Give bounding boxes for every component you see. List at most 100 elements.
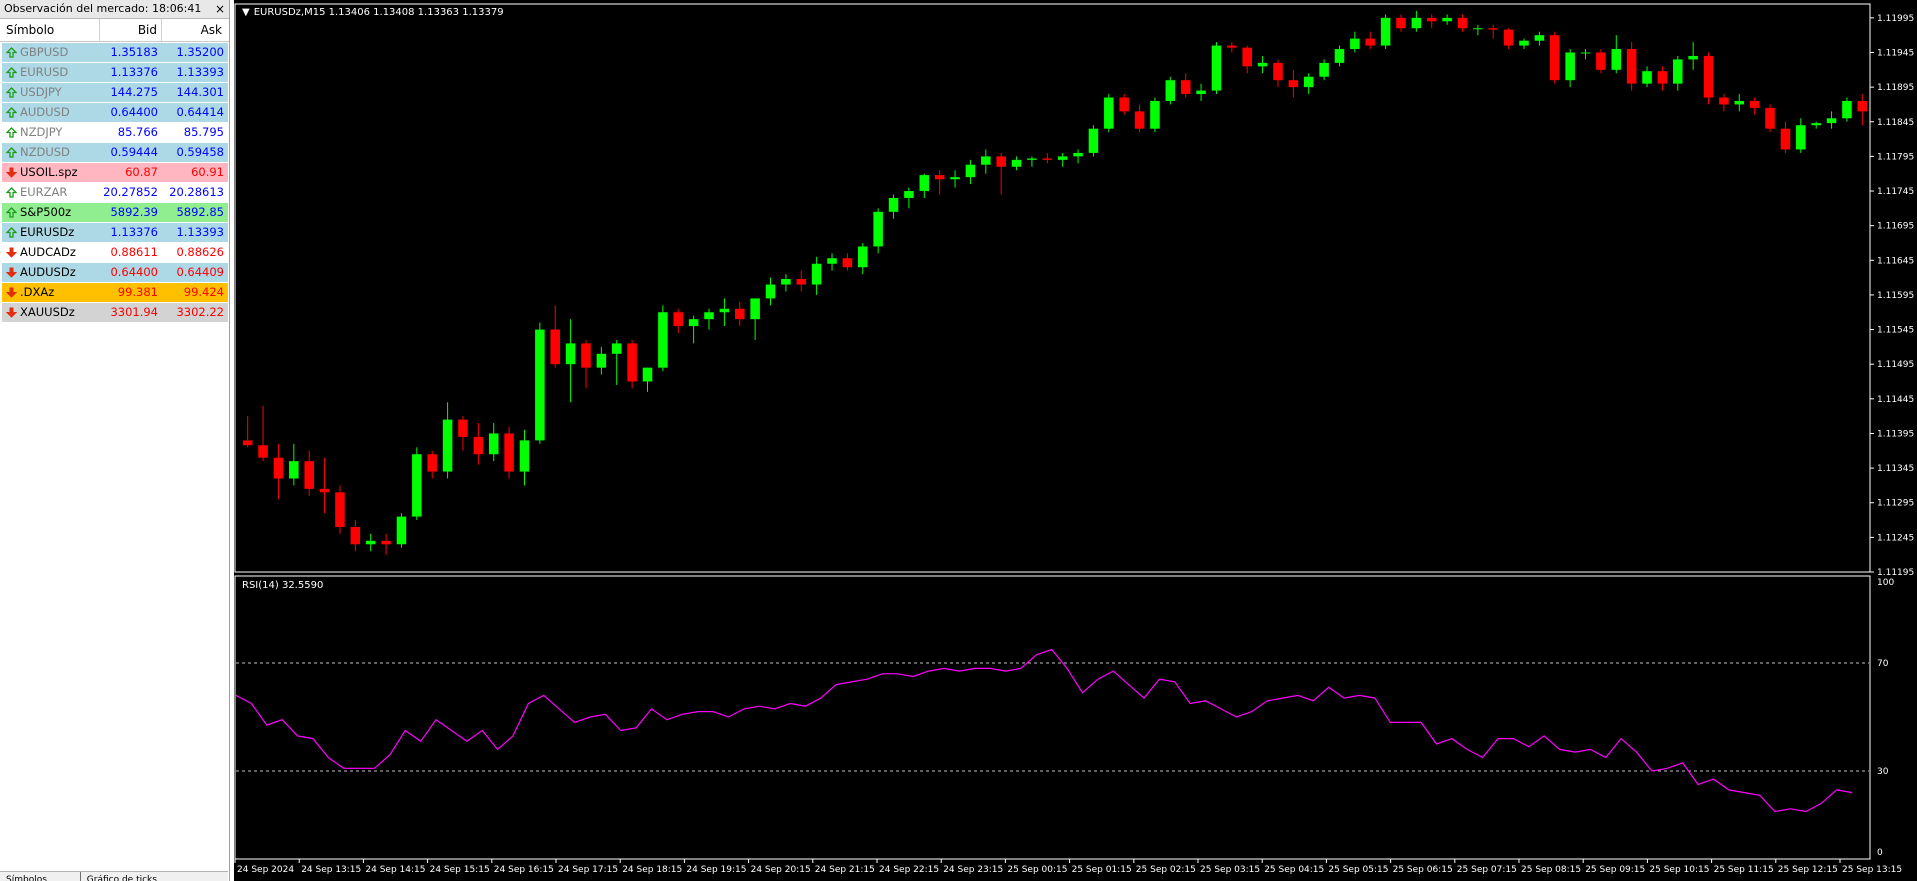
symbol-label: AUDUSD [20, 105, 70, 119]
time-tick-label: 24 Sep 13:15 [301, 865, 361, 875]
chart-window[interactable]: 1.11995 1.11945 1.11895 1.11845 1.11795 1.117… [234, 0, 1917, 881]
candle-body [934, 175, 945, 180]
price-tick-label: 1.11895 [1877, 83, 1914, 93]
ask-value: 0.59458 [176, 145, 224, 159]
time-tick-label: 25 Sep 10:15 [1649, 865, 1709, 875]
list-item[interactable]: GBPUSD 1.35183 1.35200 [2, 43, 228, 63]
time-tick-label: 24 Sep 20:15 [751, 865, 811, 875]
column-header-ask[interactable]: Ask [162, 19, 226, 41]
price-tick-label: 1.11845 [1877, 118, 1914, 128]
bid-value: 1.13376 [110, 225, 158, 239]
symbol-label: NZDUSD [20, 145, 70, 159]
candle-body [442, 419, 453, 472]
arrow-down-icon [2, 307, 20, 318]
ask-value: 1.13393 [176, 225, 224, 239]
symbol-label: EURUSD [20, 65, 69, 79]
chart-title: EURUSDz,M15 1.13406 1.13408 1.13363 1.13… [253, 7, 504, 18]
arrow-down-icon [2, 267, 20, 278]
ask-value: 99.424 [183, 285, 224, 299]
symbol-cell: XAUUSDz [2, 303, 100, 322]
price-tick-label: 1.11545 [1877, 326, 1914, 336]
price-tick-label: 1.11645 [1877, 256, 1914, 266]
column-header-bid[interactable]: Bid [100, 19, 162, 41]
candle-body [1442, 17, 1452, 22]
candle-body [719, 308, 730, 313]
candle-body [1596, 52, 1606, 70]
candle-body [1519, 40, 1529, 46]
list-item[interactable]: USOIL.spz 60.87 60.91 [2, 163, 228, 183]
bid-value: 20.27852 [103, 185, 158, 199]
list-item[interactable]: AUDUSD 0.64400 0.64414 [2, 103, 228, 123]
candle-body [1426, 17, 1437, 22]
tab-tick-chart[interactable]: Gráfico de ticks [79, 872, 163, 881]
symbol-cell: NZDUSD [2, 143, 100, 162]
market-watch-panel: Observación del mercado: 18:06:41 × Símb… [0, 0, 230, 881]
list-item[interactable]: NZDUSD 0.59444 0.59458 [2, 143, 228, 163]
time-tick-label: 24 Sep 21:15 [815, 865, 875, 875]
candle-body [1365, 38, 1376, 46]
time-tick-label: 25 Sep 02:15 [1136, 865, 1196, 875]
candle-body [1242, 47, 1252, 67]
candle-body [1457, 17, 1468, 29]
candle-body [1211, 45, 1222, 91]
triangle-down-icon[interactable]: ▼ [242, 7, 250, 18]
candle-body [642, 367, 653, 382]
list-item[interactable]: .DXAz 99.381 99.424 [2, 283, 228, 303]
tab-symbols[interactable]: Símbolos [0, 872, 53, 881]
list-item[interactable]: NZDJPY 85.766 85.795 [2, 123, 228, 143]
list-item[interactable]: AUDUSDz 0.64400 0.64409 [2, 263, 228, 283]
candle-body [981, 156, 991, 165]
close-icon[interactable]: × [215, 0, 225, 18]
candle-body [1503, 29, 1514, 46]
candle-body [611, 343, 622, 354]
symbol-label: GBPUSD [20, 45, 69, 59]
candle-body [1657, 71, 1668, 84]
symbol-cell: NZDJPY [2, 123, 100, 142]
candle-body [1396, 17, 1406, 29]
list-item[interactable]: XAUUSDz 3301.94 3302.22 [2, 303, 228, 323]
candle-body [1134, 111, 1145, 129]
time-tick-label: 25 Sep 11:15 [1714, 865, 1774, 875]
candle-body [381, 540, 391, 545]
column-header-symbol[interactable]: Símbolo [0, 19, 100, 41]
candle-body [1180, 80, 1191, 95]
candle-body [1334, 49, 1345, 63]
bid-value: 5892.39 [110, 205, 158, 219]
candle-body [1088, 128, 1099, 153]
price-pane-border [234, 3, 1871, 573]
price-tick-label: 1.11245 [1877, 533, 1914, 543]
list-item[interactable]: EURUSDz 1.13376 1.13393 [2, 223, 228, 243]
symbol-cell: GBPUSD [2, 43, 100, 62]
symbol-label: USDJPY [20, 85, 62, 99]
candle-body [781, 278, 791, 285]
candle-body [1626, 49, 1637, 84]
candle-body [950, 177, 960, 180]
candle-body [1488, 28, 1499, 30]
price-tick-label: 1.11745 [1877, 187, 1914, 197]
list-item[interactable]: S&P500z 5892.39 5892.85 [2, 203, 228, 223]
market-watch-tabs: Símbolos Gráfico de ticks [0, 871, 228, 881]
list-item[interactable]: EURUSD 1.13376 1.13393 [2, 63, 228, 83]
candle-body [1688, 55, 1698, 60]
list-item[interactable]: USDJPY 144.275 144.301 [2, 83, 228, 103]
ask-value: 20.28613 [169, 185, 224, 199]
candle-body [335, 492, 345, 527]
time-tick-label: 24 Sep 16:15 [494, 865, 554, 875]
list-item[interactable]: EURZAR 20.27852 20.28613 [2, 183, 228, 203]
candle-body [1826, 118, 1837, 124]
symbol-label: AUDUSDz [20, 265, 76, 279]
ask-value: 0.64414 [176, 105, 224, 119]
candle-body [1227, 45, 1237, 48]
time-tick-label: 25 Sep 06:15 [1393, 865, 1453, 875]
list-item[interactable]: AUDCADz 0.88611 0.88626 [2, 243, 228, 263]
candle-body [1288, 80, 1299, 88]
time-tick-label: 24 Sep 18:15 [622, 865, 682, 875]
candle-body [1673, 59, 1683, 84]
candle-body [1842, 100, 1852, 119]
chart-canvas[interactable]: 1.11995 1.11945 1.11895 1.11845 1.11795 1.117… [234, 0, 1917, 881]
arrow-up-icon [2, 187, 20, 198]
symbol-label: XAUUSDz [20, 305, 75, 319]
candle-body [1196, 90, 1206, 95]
symbol-label: NZDJPY [20, 125, 63, 139]
price-tick-label: 1.11995 [1877, 14, 1914, 24]
